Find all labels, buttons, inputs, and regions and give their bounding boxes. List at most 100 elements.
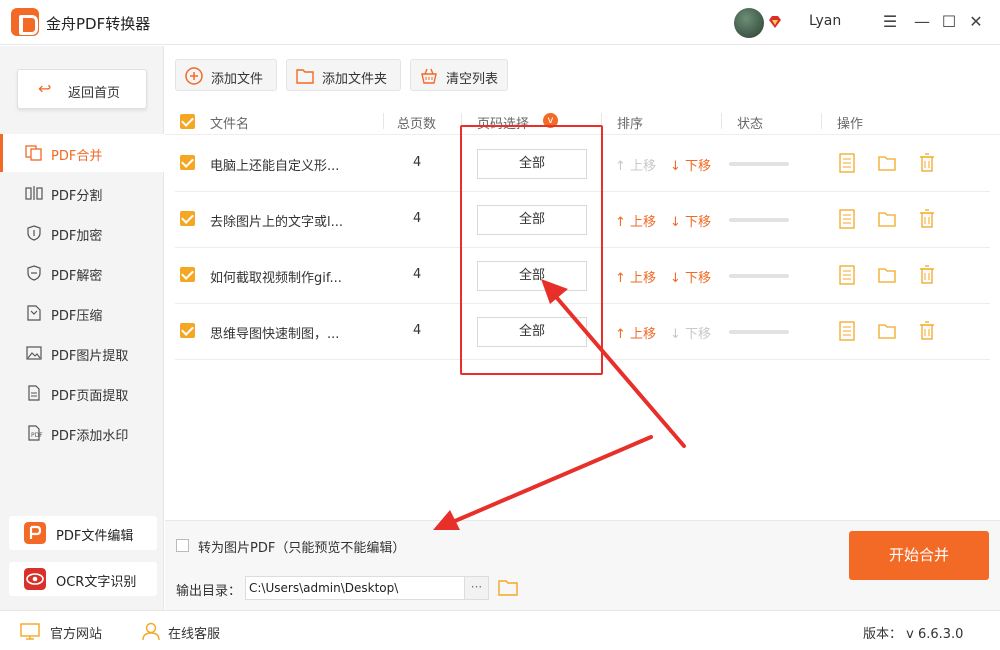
output-dir-label: 输出目录： — [176, 584, 242, 599]
app-logo-icon — [11, 8, 39, 36]
delete-icon[interactable] — [918, 209, 936, 229]
sidebar-item-pdf-compress[interactable]: PDF压缩 — [0, 294, 164, 332]
move-up-label: 上移 — [630, 271, 657, 286]
row-checkbox[interactable] — [180, 211, 195, 226]
page-count: 4 — [413, 267, 422, 282]
annotation-highlight-box — [460, 125, 603, 375]
preview-icon[interactable] — [838, 321, 856, 341]
sidebar-item-pdf-watermark[interactable]: PDF PDF添加水印 — [0, 414, 164, 452]
ocr-button[interactable]: OCR文字识别 — [9, 562, 157, 596]
add-circle-icon — [185, 67, 203, 85]
move-up-label: 上移 — [630, 159, 657, 174]
move-up-button[interactable]: ↑ 上移 — [615, 211, 656, 230]
delete-icon[interactable] — [918, 321, 936, 341]
header-divider — [821, 113, 822, 129]
sidebar: ↩ 返回首页 PDF合并 PDF分割 PDF加密 PDF解密 PDF压缩 PDF… — [0, 46, 164, 610]
back-home-label: 返回首页 — [68, 86, 121, 101]
move-down-button[interactable]: ↓ 下移 — [670, 267, 711, 286]
move-down-label: 下移 — [685, 327, 712, 342]
move-up-button[interactable]: ↑ 上移 — [615, 155, 656, 174]
move-up-button[interactable]: ↑ 上移 — [615, 323, 656, 342]
sidebar-item-pdf-encrypt[interactable]: PDF加密 — [0, 214, 164, 252]
sidebar-item-pdf-merge[interactable]: PDF合并 — [0, 134, 164, 172]
page-count: 4 — [413, 211, 422, 226]
ocr-label: OCR文字识别 — [56, 575, 137, 590]
move-down-label: 下移 — [685, 271, 712, 286]
move-down-label: 下移 — [685, 215, 712, 230]
sidebar-item-label: PDF解密 — [51, 269, 103, 284]
back-arrow-icon: ↩ — [38, 79, 52, 98]
delete-icon[interactable] — [918, 153, 936, 173]
split-icon — [25, 186, 43, 200]
official-website-link[interactable]: 官方网站 — [50, 623, 102, 642]
browse-button[interactable]: ··· — [465, 576, 489, 600]
sidebar-item-pdf-page-extract[interactable]: PDF页面提取 — [0, 374, 164, 412]
header-status: 状态 — [737, 117, 764, 132]
back-home-button[interactable]: ↩ 返回首页 — [17, 69, 147, 109]
image-pdf-label: 转为图片PDF（只能预览不能编辑） — [198, 541, 406, 556]
merge-icon — [25, 145, 42, 161]
shield-lock-icon — [27, 225, 41, 241]
clear-list-button[interactable]: 清空列表 — [410, 59, 508, 91]
maximize-button[interactable]: ☐ — [939, 12, 959, 32]
status-progress — [729, 330, 789, 334]
sidebar-item-pdf-image-extract[interactable]: PDF图片提取 — [0, 334, 164, 372]
row-checkbox[interactable] — [180, 155, 195, 170]
open-output-folder-icon[interactable] — [498, 578, 518, 596]
add-file-button[interactable]: 添加文件 — [175, 59, 277, 91]
sidebar-item-label: PDF添加水印 — [51, 429, 129, 444]
version-label: 版本： v 6.6.3.0 — [863, 627, 964, 642]
website-icon — [20, 623, 40, 640]
row-checkbox[interactable] — [180, 323, 195, 338]
move-down-button[interactable]: ↓ 下移 — [670, 323, 711, 342]
header-order: 排序 — [617, 117, 644, 132]
app-title: 金舟PDF转换器 — [46, 15, 151, 33]
status-progress — [729, 274, 789, 278]
preview-icon[interactable] — [838, 265, 856, 285]
open-folder-icon[interactable] — [878, 321, 896, 341]
header-filename: 文件名 — [210, 117, 250, 132]
status-progress — [729, 218, 789, 222]
username[interactable]: Lyan — [809, 13, 841, 29]
open-folder-icon[interactable] — [878, 153, 896, 173]
sidebar-item-label: PDF分割 — [51, 189, 103, 204]
preview-icon[interactable] — [838, 209, 856, 229]
header-pages: 总页数 — [397, 117, 437, 132]
sidebar-item-label: PDF压缩 — [51, 309, 103, 324]
avatar[interactable] — [734, 8, 764, 38]
delete-icon[interactable] — [918, 265, 936, 285]
header-divider — [721, 113, 722, 129]
page-icon — [28, 385, 40, 401]
select-all-checkbox[interactable] — [180, 114, 195, 129]
add-folder-button[interactable]: 添加文件夹 — [286, 59, 401, 91]
page-count: 4 — [413, 155, 422, 170]
output-dir-input[interactable]: C:\Users\admin\Desktop\ — [245, 576, 465, 600]
row-checkbox[interactable] — [180, 267, 195, 282]
pdf-edit-button[interactable]: PDF文件编辑 — [9, 516, 157, 550]
image-pdf-checkbox[interactable] — [176, 539, 189, 552]
sidebar-item-label: PDF加密 — [51, 229, 103, 244]
minimize-button[interactable]: — — [912, 12, 932, 32]
add-folder-label: 添加文件夹 — [322, 72, 388, 87]
sidebar-item-pdf-decrypt[interactable]: PDF解密 — [0, 254, 164, 292]
online-support-link[interactable]: 在线客服 — [168, 623, 220, 642]
page-count: 4 — [413, 323, 422, 338]
start-merge-button[interactable]: 开始合并 — [849, 531, 989, 580]
sidebar-item-pdf-split[interactable]: PDF分割 — [0, 174, 164, 212]
file-name: 去除图片上的文字或l... — [210, 215, 344, 230]
shield-unlock-icon — [27, 265, 41, 281]
open-folder-icon[interactable] — [878, 265, 896, 285]
move-down-button[interactable]: ↓ 下移 — [670, 155, 711, 174]
pdf-edit-icon — [24, 522, 46, 544]
file-name: 思维导图快速制图，... — [210, 327, 340, 342]
annotation-arrow — [433, 435, 653, 530]
preview-icon[interactable] — [838, 153, 856, 173]
move-up-button[interactable]: ↑ 上移 — [615, 267, 656, 286]
open-folder-icon[interactable] — [878, 209, 896, 229]
move-down-button[interactable]: ↓ 下移 — [670, 211, 711, 230]
close-button[interactable]: ✕ — [966, 12, 986, 32]
menu-icon[interactable]: ☰ — [880, 12, 900, 32]
title-bar: 金舟PDF转换器 Lyan ☰ — ☐ ✕ — [0, 0, 1000, 45]
sidebar-item-label: PDF图片提取 — [51, 349, 129, 364]
status-progress — [729, 162, 789, 166]
